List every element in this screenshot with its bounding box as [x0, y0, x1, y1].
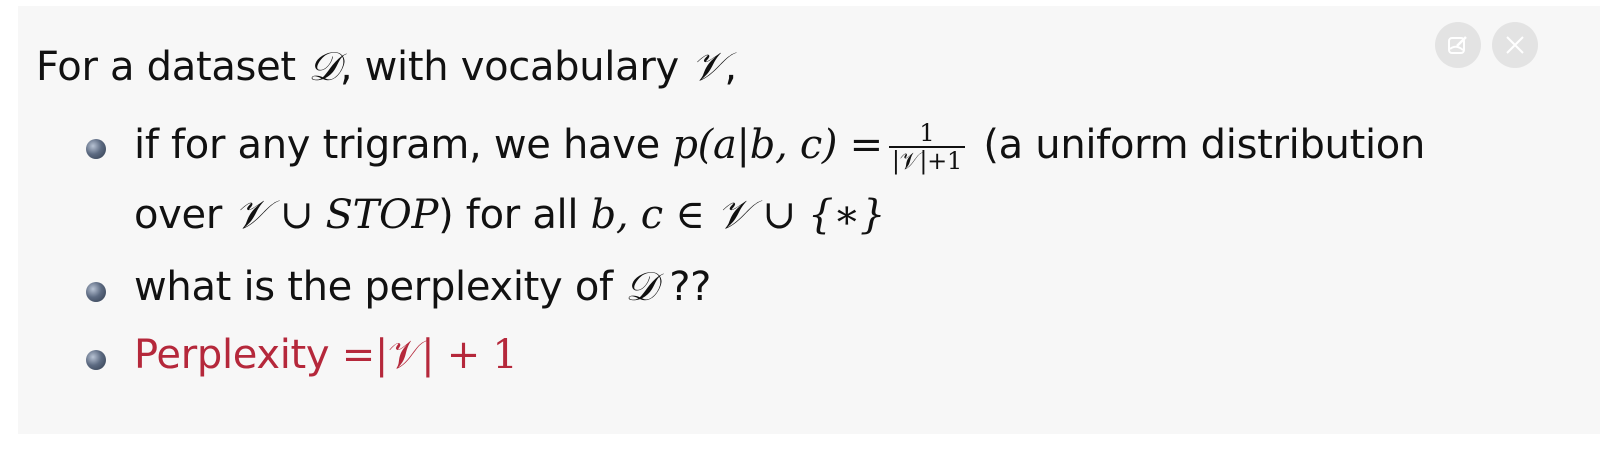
intro-line: For a dataset 𝒟, with vocabulary 𝒱,	[36, 44, 737, 90]
text: Perplexity	[134, 332, 342, 378]
intro-text-mid: , with vocabulary	[339, 44, 692, 90]
close-icon	[1506, 36, 1524, 54]
close-button[interactable]	[1492, 22, 1538, 68]
fraction: 1 |𝒱|+1	[888, 120, 965, 175]
math-condition: b, c ∈ 𝒱 ∪ {∗}	[590, 192, 886, 238]
math-answer: =|𝒱| + 1	[341, 332, 518, 378]
math-dataset: 𝒟	[625, 264, 657, 310]
math-union: 𝒱 ∪ STOP	[234, 192, 439, 238]
bullet-icon	[86, 139, 106, 159]
text: ) for all	[438, 192, 591, 238]
text: (a uniform distribution	[970, 122, 1426, 168]
text: ??	[656, 264, 712, 310]
bullet-1-line-1: if for any trigram, we have p(a|b, c) = 1…	[134, 120, 1425, 174]
bullet-icon	[86, 282, 106, 302]
text: over	[134, 192, 235, 238]
edit-button[interactable]	[1435, 22, 1481, 68]
bullet-1-line-2: over 𝒱 ∪ STOP) for all b, c ∈ 𝒱 ∪ {∗}	[134, 192, 886, 238]
math-dataset: 𝒟	[308, 44, 340, 90]
edit-image-icon	[1448, 36, 1467, 54]
intro-text-end: ,	[724, 44, 737, 90]
fraction-numerator: 1	[888, 120, 965, 148]
math-vocabulary: 𝒱	[691, 44, 725, 90]
text: if for any trigram, we have	[134, 122, 673, 168]
text: what is the perplexity of	[134, 264, 626, 310]
bullet-icon	[86, 350, 106, 370]
intro-text: For a dataset	[36, 44, 309, 90]
math-probability: p(a|b, c) =	[672, 122, 883, 168]
fraction-denominator: |𝒱|+1	[891, 147, 962, 175]
bullet-3-answer: Perplexity =|𝒱| + 1	[134, 332, 518, 378]
bullet-2-line: what is the perplexity of 𝒟 ??	[134, 264, 711, 310]
